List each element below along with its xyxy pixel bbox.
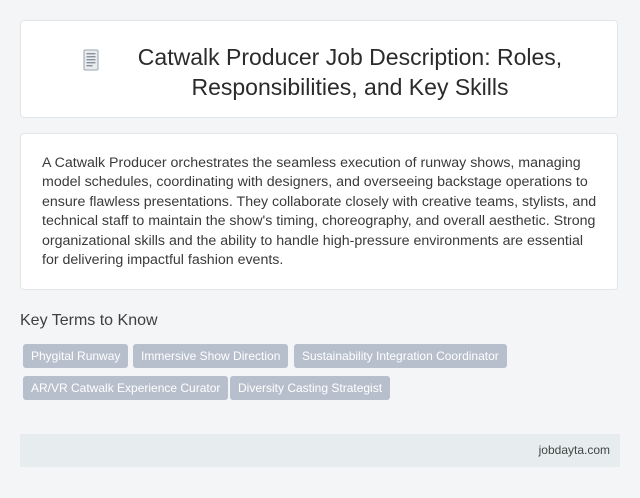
page: Catwalk Producer Job Description: Roles,… bbox=[0, 0, 640, 498]
key-terms-heading: Key Terms to Know bbox=[20, 312, 158, 329]
tag-immersive-show-direction: Immersive Show Direction bbox=[133, 344, 289, 368]
tag-phygital-runway: Phygital Runway bbox=[23, 344, 129, 368]
description-card: A Catwalk Producer orchestrates the seam… bbox=[20, 133, 618, 290]
page-title: Catwalk Producer Job Description: Roles,… bbox=[137, 44, 563, 100]
tag-ar-vr-catwalk-experience-curator: AR/VR Catwalk Experience Curator bbox=[23, 376, 229, 400]
description-text: A Catwalk Producer orchestrates the seam… bbox=[42, 155, 597, 269]
footer: jobdayta.com bbox=[20, 434, 620, 467]
tag-sustainability-integration-coordinator: Sustainability Integration Coordinator bbox=[294, 344, 507, 368]
document-icon bbox=[83, 49, 99, 71]
tag-diversity-casting-strategist: Diversity Casting Strategist bbox=[230, 376, 391, 400]
footer-site-link[interactable]: jobdayta.com bbox=[539, 443, 610, 457]
